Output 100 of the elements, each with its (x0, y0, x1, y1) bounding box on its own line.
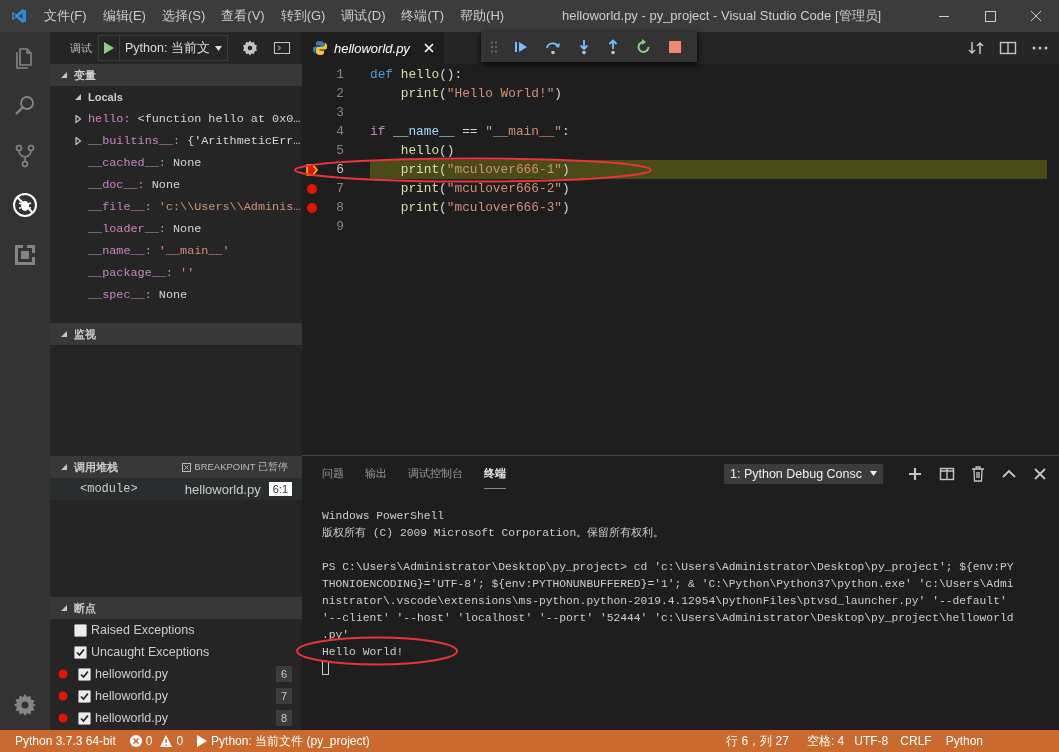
split-terminal-icon[interactable] (939, 465, 955, 482)
collapse-caret-icon[interactable] (60, 604, 68, 612)
line-number: 7 (335, 181, 344, 196)
continue-icon[interactable] (514, 40, 528, 54)
settings-icon[interactable] (241, 40, 258, 56)
terminal-line: nistrator\.vscode\extensions\ms-python.python-2019.4.12954\pythonFiles\ptvsd_launcher.py' '--default' (322, 594, 1008, 609)
breakpoint-label[interactable]: Raised Exceptions (91, 623, 195, 637)
variable-entry[interactable]: __builtins__: {'ArithmeticErr… (88, 134, 301, 148)
expand-caret-icon[interactable] (74, 115, 82, 123)
variable-entry[interactable]: __package__: '' (88, 266, 195, 280)
collapse-caret-icon[interactable] (60, 463, 68, 471)
variable-entry[interactable]: __cached__: None (88, 156, 202, 170)
code-line: print("Hello World!") (399, 85, 563, 103)
line-number: 8 (335, 200, 344, 215)
stack-frame-row[interactable]: <module> helloworld.py 6:1 (50, 478, 302, 500)
dropdown-caret-icon (214, 45, 222, 51)
console-icon[interactable] (273, 41, 290, 55)
trash-icon[interactable] (971, 465, 985, 482)
collapse-caret-icon[interactable] (60, 330, 68, 338)
terminal-line: THONIOENCODING}='UTF-8'; ${env:PYTHONUNBUFFERED}='1'; & 'C:\Python\Python37\python.exe' 'c:\Users\Admi (322, 577, 1015, 592)
interpreter-status[interactable]: Python 3.7.3 64-bit (15, 734, 116, 748)
plus-icon[interactable] (907, 465, 923, 482)
breakpoint-label[interactable]: helloworld.py (95, 689, 168, 703)
code-line: if __name__ == "__main__": (370, 123, 571, 141)
terminal-line: Hello World! (322, 645, 405, 660)
line-badge: 7 (275, 688, 292, 704)
breakpoint-dot-icon (58, 713, 68, 723)
section-title[interactable]: 断点 (74, 600, 96, 616)
terminal-line: .py' (322, 628, 351, 643)
line-number: 9 (335, 219, 344, 234)
terminal-dropdown[interactable]: 1: Python Debug Consc (724, 463, 883, 484)
breakpoint-dot-icon (58, 691, 68, 701)
menu-item[interactable]: 查看(V) (213, 0, 273, 32)
code-line: hello() (399, 142, 456, 160)
panel-tab[interactable]: 问题 (322, 458, 344, 489)
variable-entry[interactable]: hello: <function hello at 0x0… (88, 112, 301, 126)
dropdown-caret-icon (870, 471, 877, 476)
variable-entry[interactable]: __doc__: None (88, 178, 181, 192)
collapse-caret-icon[interactable] (60, 71, 68, 79)
compare-changes-icon[interactable] (967, 40, 985, 56)
terminal-line: 版权所有 (C) 2009 Microsoft Corporation。保留所有权利。 (322, 526, 666, 541)
code-line: print("mculover666-3") (399, 199, 571, 217)
variable-entry[interactable]: __loader__: None (88, 222, 202, 236)
terminal-cursor-icon (322, 661, 329, 675)
breakpoint-label[interactable]: helloworld.py (95, 711, 168, 725)
indentation-status[interactable]: 空格: 4 (806, 732, 845, 750)
split-editor-icon[interactable] (999, 40, 1017, 56)
line-ending-status[interactable]: CRLF (900, 734, 932, 748)
start-debugging-icon[interactable] (103, 41, 115, 55)
menu-item[interactable]: 文件(F) (36, 0, 95, 32)
drag-handle-icon[interactable] (491, 41, 497, 53)
bug-icon[interactable] (12, 192, 38, 219)
play-icon (197, 735, 208, 747)
breakpoint-dot-icon (58, 669, 68, 679)
problems-status[interactable]: 0 0 (129, 734, 184, 748)
app-logo-icon (11, 8, 27, 24)
checkbox-checked-icon[interactable] (78, 689, 91, 703)
line-number: 5 (335, 143, 344, 158)
code-line: print("mculover666-2") (399, 180, 571, 198)
breakpoint-label[interactable]: Uncaught Exceptions (91, 645, 210, 659)
checkbox-checked-icon[interactable] (78, 711, 91, 725)
restart-icon[interactable] (636, 39, 652, 55)
launch-status[interactable]: Python: 当前文件 (py_project) (197, 732, 370, 750)
close-icon[interactable] (1033, 466, 1047, 481)
breakpoint-label[interactable]: helloworld.py (95, 667, 168, 681)
pause-status: BREAKPOINT 已暂停 (194, 460, 288, 474)
checkbox-icon[interactable] (74, 623, 87, 637)
debug-label: 调试 (70, 40, 92, 56)
checkbox-checked-icon[interactable] (78, 667, 91, 681)
menu-item[interactable]: 编辑(E) (94, 0, 154, 32)
menu-item[interactable]: 调试(D) (333, 0, 394, 32)
pause-status-icon (182, 462, 192, 472)
step-out-icon[interactable] (607, 39, 619, 55)
section-title[interactable]: 监视 (74, 326, 96, 342)
collapse-caret-icon[interactable] (74, 93, 82, 101)
menu-item[interactable]: 帮助(H) (452, 0, 513, 32)
panel-tab[interactable]: 输出 (365, 458, 387, 489)
menu-item[interactable]: 选择(S) (153, 0, 214, 32)
section-title[interactable]: 调用堆栈 (74, 459, 118, 475)
menu-item[interactable]: 终端(T) (393, 0, 453, 32)
menu-item[interactable]: 转到(G) (272, 0, 334, 32)
error-icon (129, 735, 142, 747)
step-into-icon[interactable] (578, 39, 590, 55)
cursor-position[interactable]: 行 6，列 27 (726, 732, 789, 750)
step-over-icon[interactable] (545, 39, 561, 55)
expand-caret-icon[interactable] (74, 137, 82, 145)
panel-tab[interactable]: 终端 (484, 458, 506, 489)
editor-tab[interactable]: helloworld.py (302, 32, 444, 64)
code-line: def hello(): (370, 66, 464, 84)
terminal-line: '--client' '--host' 'localhost' '--port' '52444' 'c:\Users\Administrator\Desktop\py_project\helloworld (322, 611, 1015, 626)
language-status[interactable]: Python (945, 734, 983, 748)
scope-label[interactable]: Locals (88, 91, 123, 103)
encoding-status[interactable]: UTF-8 (854, 734, 889, 748)
variable-entry[interactable]: __name__: '__main__' (88, 244, 230, 258)
variable-entry[interactable]: __file__: 'c:\\Users\\Adminis… (88, 200, 301, 214)
panel-tab[interactable]: 调试控制台 (408, 458, 463, 489)
section-title[interactable]: 变量 (74, 67, 96, 83)
variable-entry[interactable]: __spec__: None (88, 288, 188, 302)
checkbox-checked-icon[interactable] (74, 645, 87, 659)
line-number: 6 (335, 162, 344, 177)
